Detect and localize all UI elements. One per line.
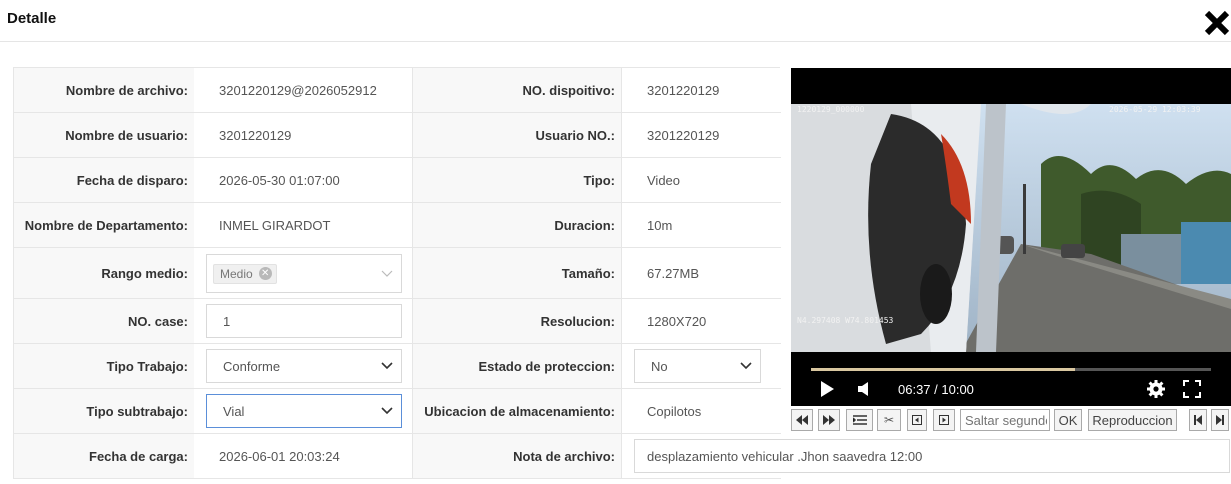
row-rango: Rango medio: Medio ✕ Tamaño: 67.27MB bbox=[14, 248, 781, 299]
last-icon[interactable] bbox=[1211, 409, 1229, 431]
tipo-trabajo-value: Conforme bbox=[223, 358, 281, 374]
label-nombre-usuario: Nombre de usuario: bbox=[14, 113, 194, 157]
playback-button[interactable]: Reproduccion bbox=[1088, 409, 1177, 431]
no-case-cell: 1 bbox=[194, 299, 413, 343]
player-toolbar: ✂ OK Reproduccion bbox=[791, 409, 1231, 433]
settings-icon[interactable] bbox=[1146, 379, 1166, 404]
label-tipo-subtrabajo: Tipo subtrabajo: bbox=[14, 389, 194, 433]
tipo-trabajo-cell: Conforme bbox=[194, 344, 413, 388]
value-no-dispositivo: 3201220129 bbox=[647, 82, 720, 98]
no-case-input[interactable]: 1 bbox=[206, 304, 402, 338]
value-usuario-no: 3201220129 bbox=[647, 127, 720, 143]
osd-gps: N4.297408 W74.801453 bbox=[797, 316, 894, 325]
row-tipo-trabajo: Tipo Trabajo: Conforme Estado de protecc… bbox=[14, 344, 781, 389]
label-tipo-trabajo: Tipo Trabajo: bbox=[14, 344, 194, 388]
tipo-subtrabajo-value: Vial bbox=[223, 403, 245, 419]
first-icon[interactable] bbox=[1189, 409, 1207, 431]
value-tipo: Video bbox=[647, 172, 681, 188]
rango-medio-select[interactable]: Medio ✕ bbox=[206, 254, 402, 293]
fullscreen-icon[interactable] bbox=[1183, 380, 1201, 403]
label-no-dispositivo: NO. dispoitivo: bbox=[413, 68, 622, 112]
label-rango-medio: Rango medio: bbox=[14, 248, 194, 298]
value-nombre-usuario: 3201220129 bbox=[194, 113, 413, 157]
video-time: 06:37 / 10:00 bbox=[898, 382, 974, 397]
label-tamano: Tamaño: bbox=[413, 248, 622, 298]
osd-id: 1220129_000000 bbox=[797, 105, 865, 114]
tipo-trabajo-select[interactable]: Conforme bbox=[206, 349, 402, 383]
label-tipo: Tipo: bbox=[413, 158, 622, 202]
value-nombre-archivo: 3201220129@2026052912 bbox=[194, 68, 413, 112]
label-ubicacion: Ubicacion de almacenamiento: bbox=[413, 389, 622, 433]
rango-medio-tag: Medio ✕ bbox=[213, 263, 277, 284]
row-usuario: Nombre de usuario: 3201220129 Usuario NO… bbox=[14, 113, 781, 158]
dialog-title: Detalle bbox=[7, 10, 57, 27]
volume-icon[interactable] bbox=[857, 381, 871, 402]
video-progress-bar[interactable] bbox=[811, 368, 1211, 371]
value-tamano: 67.27MB bbox=[647, 265, 700, 281]
row-departamento: Nombre de Departamento: INMEL GIRARDOT D… bbox=[14, 203, 781, 248]
next-frame-icon[interactable] bbox=[933, 409, 955, 431]
chevron-down-icon bbox=[381, 362, 393, 370]
tipo-subtrabajo-select[interactable]: Vial bbox=[206, 394, 402, 428]
video-player[interactable]: 1220129_000000 2026-05-29 12:03:39 N4.29… bbox=[791, 68, 1231, 406]
detail-table: Nombre de archivo: 3201220129@2026052912… bbox=[13, 67, 781, 479]
prev-frame-icon[interactable] bbox=[907, 409, 927, 431]
value-resolucion: 1280X720 bbox=[647, 313, 707, 329]
osd-datetime: 2026-05-29 12:03:39 bbox=[1109, 105, 1201, 114]
label-estado-proteccion: Estado de proteccion: bbox=[413, 344, 622, 388]
value-fecha-carga: 2026-06-01 20:03:24 bbox=[194, 434, 413, 478]
estado-proteccion-value: No bbox=[651, 358, 668, 374]
value-departamento: INMEL GIRARDOT bbox=[194, 203, 413, 247]
label-nombre-archivo: Nombre de archivo: bbox=[14, 68, 194, 112]
rango-medio-tag-label: Medio bbox=[220, 266, 253, 281]
rango-medio-cell: Medio ✕ bbox=[194, 248, 413, 298]
clip-icon[interactable]: ✂ bbox=[877, 409, 901, 431]
video-frame bbox=[791, 104, 1231, 352]
dialog-header: Detalle bbox=[0, 0, 1231, 42]
value-duracion: 10m bbox=[647, 217, 673, 233]
rewind-icon[interactable] bbox=[791, 409, 813, 431]
chevron-down-icon bbox=[740, 362, 752, 370]
label-resolucion: Resolucion: bbox=[413, 299, 622, 343]
row-case: NO. case: 1 Resolucion: 1280X720 bbox=[14, 299, 781, 344]
row-subtrabajo: Tipo subtrabajo: Vial Ubicacion de almac… bbox=[14, 389, 781, 434]
estado-proteccion-cell: No bbox=[622, 344, 781, 388]
estado-proteccion-select[interactable]: No bbox=[634, 349, 761, 383]
row-fecha-disparo: Fecha de disparo: 2026-05-30 01:07:00 Ti… bbox=[14, 158, 781, 203]
list-icon[interactable] bbox=[846, 409, 873, 431]
seek-seconds-input[interactable] bbox=[960, 409, 1050, 431]
row-archivo: Nombre de archivo: 3201220129@2026052912… bbox=[14, 68, 781, 113]
label-departamento: Nombre de Departamento: bbox=[14, 203, 194, 247]
play-icon[interactable] bbox=[819, 380, 835, 403]
close-icon[interactable] bbox=[1204, 8, 1230, 38]
ok-button[interactable]: OK bbox=[1054, 409, 1082, 431]
nota-archivo-input[interactable]: desplazamiento vehicular .Jhon saavedra … bbox=[634, 439, 1230, 473]
label-no-case: NO. case: bbox=[14, 299, 194, 343]
label-duracion: Duracion: bbox=[413, 203, 622, 247]
label-nota-archivo: Nota de archivo: bbox=[413, 434, 622, 478]
chevron-down-icon bbox=[381, 270, 393, 277]
label-fecha-carga: Fecha de carga: bbox=[14, 434, 194, 478]
video-progress-fill bbox=[811, 368, 1075, 371]
chevron-down-icon bbox=[381, 407, 393, 415]
fast-forward-icon[interactable] bbox=[818, 409, 840, 431]
tag-remove-icon[interactable]: ✕ bbox=[258, 267, 272, 280]
value-fecha-disparo: 2026-05-30 01:07:00 bbox=[194, 158, 413, 202]
tipo-subtrabajo-cell: Vial bbox=[194, 389, 413, 433]
label-fecha-disparo: Fecha de disparo: bbox=[14, 158, 194, 202]
value-ubicacion: Copilotos bbox=[647, 403, 702, 419]
label-usuario-no: Usuario NO.: bbox=[413, 113, 622, 157]
